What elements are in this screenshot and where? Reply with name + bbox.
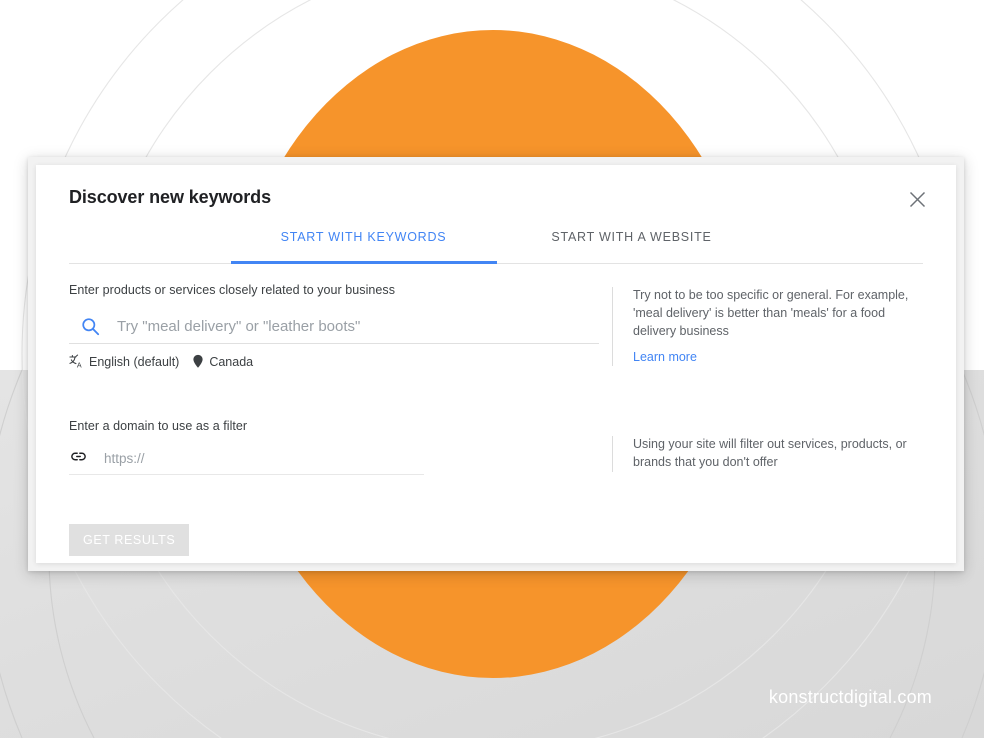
domain-field-label: Enter a domain to use as a filter [69,419,248,433]
learn-more-link[interactable]: Learn more [633,350,697,364]
domain-help-text: Using your site will filter out services… [633,437,907,469]
translate-icon: A [69,354,82,369]
location-selector[interactable]: Canada [192,354,253,369]
screenshot-stage: Discover new keywords START WITH KEYWORD… [0,0,984,738]
keywords-help-text: Try not to be too specific or general. F… [633,288,909,338]
domain-input[interactable] [104,446,424,471]
watermark: konstructdigital.com [768,687,932,707]
location-pin-icon [193,354,203,368]
domain-section: Enter a domain to use as a filter [69,419,424,475]
domain-help-panel: Using your site will filter out services… [612,436,912,472]
dialog-tabs: START WITH KEYWORDS START WITH A WEBSITE [69,225,923,264]
keywords-meta-row: A English (default) Canada [69,354,599,369]
tab-start-with-a-website[interactable]: START WITH A WEBSITE [499,225,764,264]
search-icon [79,316,101,338]
location-label: Canada [209,354,254,369]
keywords-section: Enter products or services closely relat… [69,283,599,369]
svg-text:A: A [77,362,82,369]
search-input[interactable] [117,313,599,340]
keywords-help-panel: Try not to be too specific or general. F… [612,287,912,367]
page-title: Discover new keywords [69,187,271,207]
language-label: English (default) [89,354,180,369]
close-icon [909,191,925,207]
discover-keywords-dialog: Discover new keywords START WITH KEYWORD… [36,165,956,563]
close-button[interactable] [902,184,932,214]
get-results-button[interactable]: GET RESULTS [69,524,190,556]
keywords-field-label: Enter products or services closely relat… [69,283,396,297]
language-selector[interactable]: A English (default) [69,354,179,369]
keywords-input-row [69,310,599,344]
tab-start-with-keywords[interactable]: START WITH KEYWORDS [231,225,496,264]
active-tab-indicator [231,261,497,264]
domain-input-row [69,443,424,475]
link-icon [69,447,88,471]
